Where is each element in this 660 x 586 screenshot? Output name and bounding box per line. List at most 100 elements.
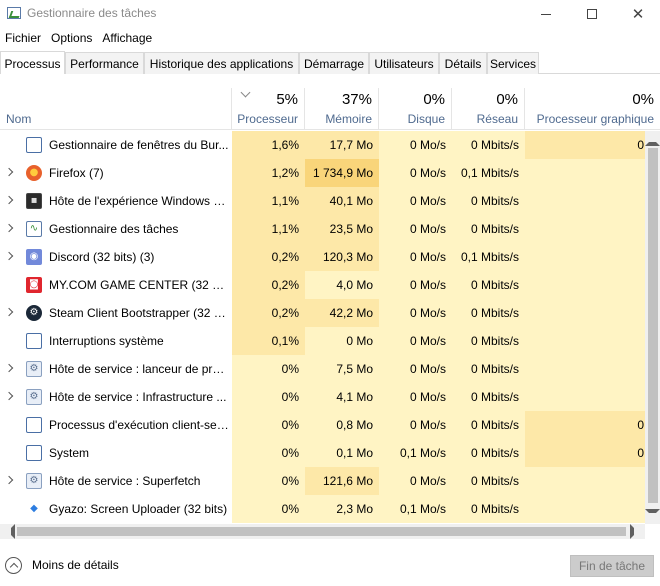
header-gpu[interactable]: 0% Processeur graphique bbox=[525, 88, 660, 130]
gpu-cell: 0,1 bbox=[525, 411, 645, 439]
expand-chevron-icon[interactable] bbox=[4, 223, 14, 233]
scroll-left-icon bbox=[0, 524, 15, 539]
memory-cell: 7,5 Mo bbox=[305, 355, 379, 383]
expand-chevron-icon[interactable] bbox=[4, 195, 14, 205]
menu-affichage[interactable]: Affichage bbox=[97, 29, 157, 49]
header-network[interactable]: 0% Réseau bbox=[452, 88, 525, 130]
process-name: Discord (32 bits) (3) bbox=[49, 250, 155, 264]
header-disk-label: Disque bbox=[407, 112, 445, 126]
header-disk-pct: 0% bbox=[423, 91, 445, 108]
cpu-cell: 0% bbox=[232, 411, 305, 439]
gpu-cell: 0 bbox=[525, 467, 645, 495]
header-disk[interactable]: 0% Disque bbox=[379, 88, 452, 130]
header-gpu-pct: 0% bbox=[632, 91, 654, 108]
scroll-down-button[interactable] bbox=[645, 509, 660, 524]
disk-cell: 0 Mo/s bbox=[379, 411, 452, 439]
menu-options[interactable]: Options bbox=[46, 29, 97, 49]
network-cell: 0,1 Mbits/s bbox=[452, 243, 525, 271]
tab-details[interactable]: Détails bbox=[439, 52, 487, 74]
footer: Moins de détails Fin de tâche bbox=[0, 545, 660, 586]
table-row[interactable]: ● Firefox (7) 1,2% 1 734,9 Mo 0 Mo/s 0,1 Mbit… bbox=[0, 159, 645, 187]
disk-cell: 0 Mo/s bbox=[379, 131, 452, 159]
table-row[interactable]: ⚙ Steam Client Bootstrapper (32 b... 0,2% 4… bbox=[0, 299, 645, 327]
table-row[interactable]: ◙ MY.COM GAME CENTER (32 bits) 0,2% 4,0 Mo 0… bbox=[0, 271, 645, 299]
header-net-pct: 0% bbox=[496, 91, 518, 108]
process-name: Processus d'exécution client-ser... bbox=[49, 418, 229, 432]
memory-cell: 4,0 Mo bbox=[305, 271, 379, 299]
firefox-icon: ● bbox=[26, 165, 42, 181]
steam-icon: ⚙ bbox=[26, 305, 42, 321]
network-cell: 0 Mbits/s bbox=[452, 327, 525, 355]
table-row[interactable]: ⚙ Hôte de service : lanceur de pro... 0% 7,… bbox=[0, 355, 645, 383]
maximize-button[interactable] bbox=[569, 0, 615, 28]
tab-services[interactable]: Services bbox=[487, 52, 539, 74]
table-row[interactable]: ◉ Discord (32 bits) (3) 0,2% 120,3 Mo 0 Mo/s… bbox=[0, 243, 645, 271]
cpu-cell: 0% bbox=[232, 355, 305, 383]
cpu-cell: 0,2% bbox=[232, 271, 305, 299]
expand-chevron-icon[interactable] bbox=[4, 167, 14, 177]
tab-processus[interactable]: Processus bbox=[0, 51, 65, 74]
table-row[interactable]: Interruptions système 0,1% 0 Mo 0 Mo/s 0 Mbi… bbox=[0, 327, 645, 355]
disk-cell: 0 Mo/s bbox=[379, 383, 452, 411]
title-bar: Gestionnaire des tâches ✕ bbox=[0, 0, 660, 28]
gpu-cell: 0 bbox=[525, 187, 645, 215]
end-task-button[interactable]: Fin de tâche bbox=[570, 555, 654, 577]
scroll-right-button[interactable] bbox=[630, 524, 645, 539]
horizontal-scroll-thumb[interactable] bbox=[17, 527, 626, 536]
table-row[interactable]: Processus d'exécution client-ser... 0% 0,8… bbox=[0, 411, 645, 439]
cpu-cell: 1,6% bbox=[232, 131, 305, 159]
close-icon: ✕ bbox=[631, 5, 645, 23]
column-header: Nom 5% Processeur 37% Mémoire 0% Disque … bbox=[0, 87, 660, 130]
process-name-cell: ▪ Hôte de l'expérience Windows S... bbox=[0, 187, 232, 215]
disk-cell: 0 Mo/s bbox=[379, 271, 452, 299]
tab-historique[interactable]: Historique des applications bbox=[144, 52, 299, 74]
menu-fichier[interactable]: Fichier bbox=[0, 29, 46, 49]
process-name-cell: System bbox=[0, 439, 232, 467]
expand-chevron-icon[interactable] bbox=[4, 475, 14, 485]
process-name-cell: Interruptions système bbox=[0, 327, 232, 355]
gpu-cell: 0 bbox=[525, 159, 645, 187]
minimize-button[interactable] bbox=[523, 0, 569, 28]
vertical-scroll-thumb[interactable] bbox=[648, 148, 658, 503]
tab-utilisateurs[interactable]: Utilisateurs bbox=[369, 52, 439, 74]
header-memory[interactable]: 37% Mémoire bbox=[305, 88, 379, 130]
header-name[interactable]: Nom bbox=[0, 88, 232, 130]
expand-chevron-icon[interactable] bbox=[4, 363, 14, 373]
tab-demarrage[interactable]: Démarrage bbox=[299, 52, 369, 74]
minimize-icon bbox=[541, 13, 551, 15]
less-details-button[interactable]: Moins de détails bbox=[5, 555, 119, 575]
header-cpu[interactable]: 5% Processeur bbox=[232, 87, 305, 130]
window-title: Gestionnaire des tâches bbox=[27, 6, 157, 20]
table-row[interactable]: ⚙ Hôte de service : Superfetch 0% 121,6 Mo 0… bbox=[0, 467, 645, 495]
table-row[interactable]: Gestionnaire de fenêtres du Bur... 1,6% 17… bbox=[0, 131, 645, 159]
gpu-cell: 0 bbox=[525, 243, 645, 271]
network-cell: 0 Mbits/s bbox=[452, 411, 525, 439]
tab-performance[interactable]: Performance bbox=[65, 52, 144, 74]
discord-icon: ◉ bbox=[26, 249, 42, 265]
vertical-scrollbar[interactable] bbox=[645, 131, 660, 524]
table-row[interactable]: ⚙ Hôte de service : Infrastructure ... 0% 4… bbox=[0, 383, 645, 411]
gpu-cell: 0 bbox=[525, 327, 645, 355]
process-name: MY.COM GAME CENTER (32 bits) bbox=[49, 278, 229, 292]
horizontal-scrollbar[interactable] bbox=[0, 524, 645, 539]
disk-cell: 0 Mo/s bbox=[379, 187, 452, 215]
close-button[interactable]: ✕ bbox=[615, 0, 660, 28]
table-row[interactable]: ▪ Hôte de l'expérience Windows S... 1,1% 40… bbox=[0, 187, 645, 215]
scroll-left-button[interactable] bbox=[0, 524, 15, 539]
cpu-cell: 1,2% bbox=[232, 159, 305, 187]
window-manager-icon bbox=[26, 137, 42, 153]
cpu-cell: 1,1% bbox=[232, 187, 305, 215]
gpu-cell: 0 bbox=[525, 495, 645, 523]
process-name: Gyazo: Screen Uploader (32 bits) bbox=[49, 502, 228, 516]
expand-chevron-icon[interactable] bbox=[4, 251, 14, 261]
scroll-up-button[interactable] bbox=[645, 131, 660, 146]
table-row[interactable]: System 0%0,1 Mo0,1 Mo/s0 Mbits/s0,1 bbox=[0, 439, 645, 467]
process-name: Gestionnaire des tâches bbox=[49, 222, 179, 236]
table-row[interactable]: ◆ Gyazo: Screen Uploader (32 bits) 0% 2,3 M… bbox=[0, 495, 645, 523]
disk-cell: 0 Mo/s bbox=[379, 467, 452, 495]
table-row[interactable]: ∿ Gestionnaire des tâches 1,1% 23,5 Mo 0 Mo/… bbox=[0, 215, 645, 243]
process-name: Hôte de l'expérience Windows S... bbox=[49, 194, 229, 208]
menu-bar: Fichier Options Affichage bbox=[0, 29, 157, 49]
expand-chevron-icon[interactable] bbox=[4, 307, 14, 317]
expand-chevron-icon[interactable] bbox=[4, 391, 14, 401]
